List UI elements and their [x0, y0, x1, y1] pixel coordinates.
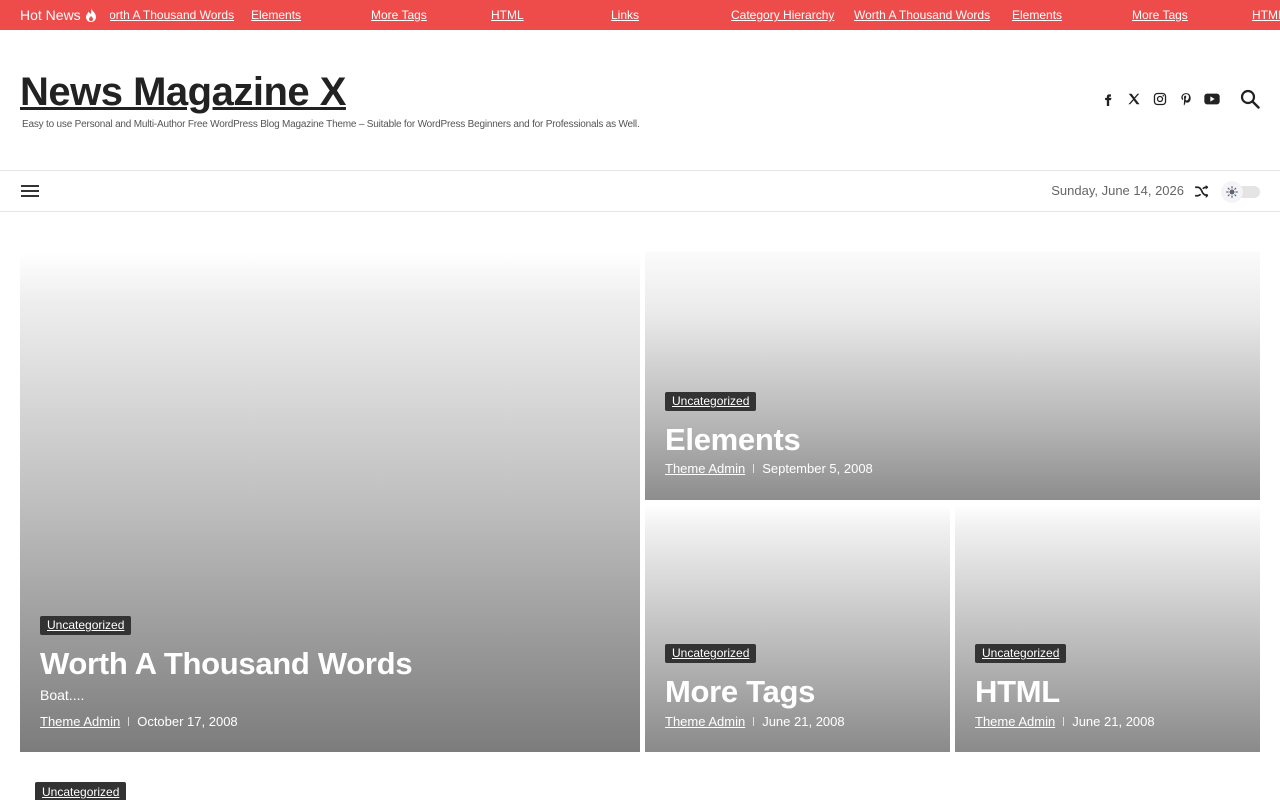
post-card[interactable]: Uncategorized Elements Theme Admin Septe… [645, 252, 1260, 500]
category-badge[interactable]: Uncategorized [665, 392, 757, 411]
post-title[interactable]: HTML [975, 674, 1060, 710]
meta-separator [128, 717, 130, 726]
x-icon[interactable] [1125, 90, 1143, 108]
post-author[interactable]: Theme Admin [665, 461, 745, 476]
post-author[interactable]: Theme Admin [40, 714, 120, 729]
post-author[interactable]: Theme Admin [665, 714, 745, 729]
post-title[interactable]: Elements [665, 422, 801, 458]
meta-separator [753, 717, 755, 726]
post-date: June 21, 2008 [762, 714, 845, 729]
post-title[interactable]: Worth A Thousand Words [40, 646, 413, 682]
ticker-link[interactable]: Category Hierarchy [731, 0, 834, 30]
post-date: October 17, 2008 [137, 714, 238, 729]
ticker-link[interactable]: More Tags [371, 0, 427, 30]
category-badge[interactable]: Uncategorized [35, 782, 127, 800]
category-badge[interactable]: Uncategorized [975, 644, 1067, 663]
post-meta: Theme Admin June 21, 2008 [665, 714, 845, 729]
post-meta: Theme Admin September 5, 2008 [665, 461, 873, 476]
current-date: Sunday, June 14, 2026 [1051, 183, 1184, 198]
post-title[interactable]: More Tags [665, 674, 815, 710]
meta-separator [753, 464, 755, 473]
meta-separator [1063, 717, 1065, 726]
main-nav-bar: Sunday, June 14, 2026 [0, 170, 1280, 212]
hot-news-label: Hot News [20, 0, 103, 30]
dark-mode-toggle[interactable] [1221, 181, 1261, 203]
ticker-link[interactable]: Links [611, 0, 639, 30]
site-tagline: Easy to use Personal and Multi-Author Fr… [22, 119, 640, 130]
sun-icon [1221, 181, 1243, 203]
facebook-icon[interactable] [1099, 90, 1117, 108]
post-date: June 21, 2008 [1072, 714, 1155, 729]
ticker-link[interactable]: Elements [251, 0, 301, 30]
pinterest-icon[interactable] [1177, 90, 1195, 108]
post-card[interactable]: Uncategorized More Tags Theme Admin June… [645, 505, 950, 752]
ticker-link[interactable]: Worth A Thousand Words [110, 0, 234, 30]
youtube-icon[interactable] [1203, 90, 1221, 108]
hamburger-menu-icon[interactable] [21, 183, 39, 199]
post-date: September 5, 2008 [762, 461, 873, 476]
site-title[interactable]: News Magazine X [20, 70, 346, 115]
ticker-link[interactable]: Elements [1012, 0, 1062, 30]
post-excerpt: Boat.... [40, 687, 85, 703]
post-author[interactable]: Theme Admin [975, 714, 1055, 729]
instagram-icon[interactable] [1151, 90, 1169, 108]
hot-news-text: Hot News [20, 7, 81, 23]
search-icon[interactable] [1240, 89, 1260, 109]
post-card[interactable]: Uncategorized HTML Theme Admin June 21, … [955, 505, 1260, 752]
fire-icon [85, 8, 96, 22]
post-meta: Theme Admin June 21, 2008 [975, 714, 1155, 729]
featured-post-card[interactable]: Uncategorized Worth A Thousand Words Boa… [20, 252, 640, 752]
category-badge[interactable]: Uncategorized [40, 616, 132, 635]
hot-news-ticker: Hot News Worth A Thousand Words Elements… [0, 0, 1280, 30]
ticker-link[interactable]: HTML [1252, 0, 1280, 30]
ticker-link[interactable]: More Tags [1132, 0, 1188, 30]
post-meta: Theme Admin October 17, 2008 [40, 714, 238, 729]
ticker-link[interactable]: HTML [491, 0, 524, 30]
ticker-track: Worth A Thousand Words Elements More Tag… [110, 0, 1280, 30]
ticker-link[interactable]: Worth A Thousand Words [854, 0, 990, 30]
shuffle-icon[interactable] [1193, 183, 1210, 200]
category-badge[interactable]: Uncategorized [665, 644, 757, 663]
